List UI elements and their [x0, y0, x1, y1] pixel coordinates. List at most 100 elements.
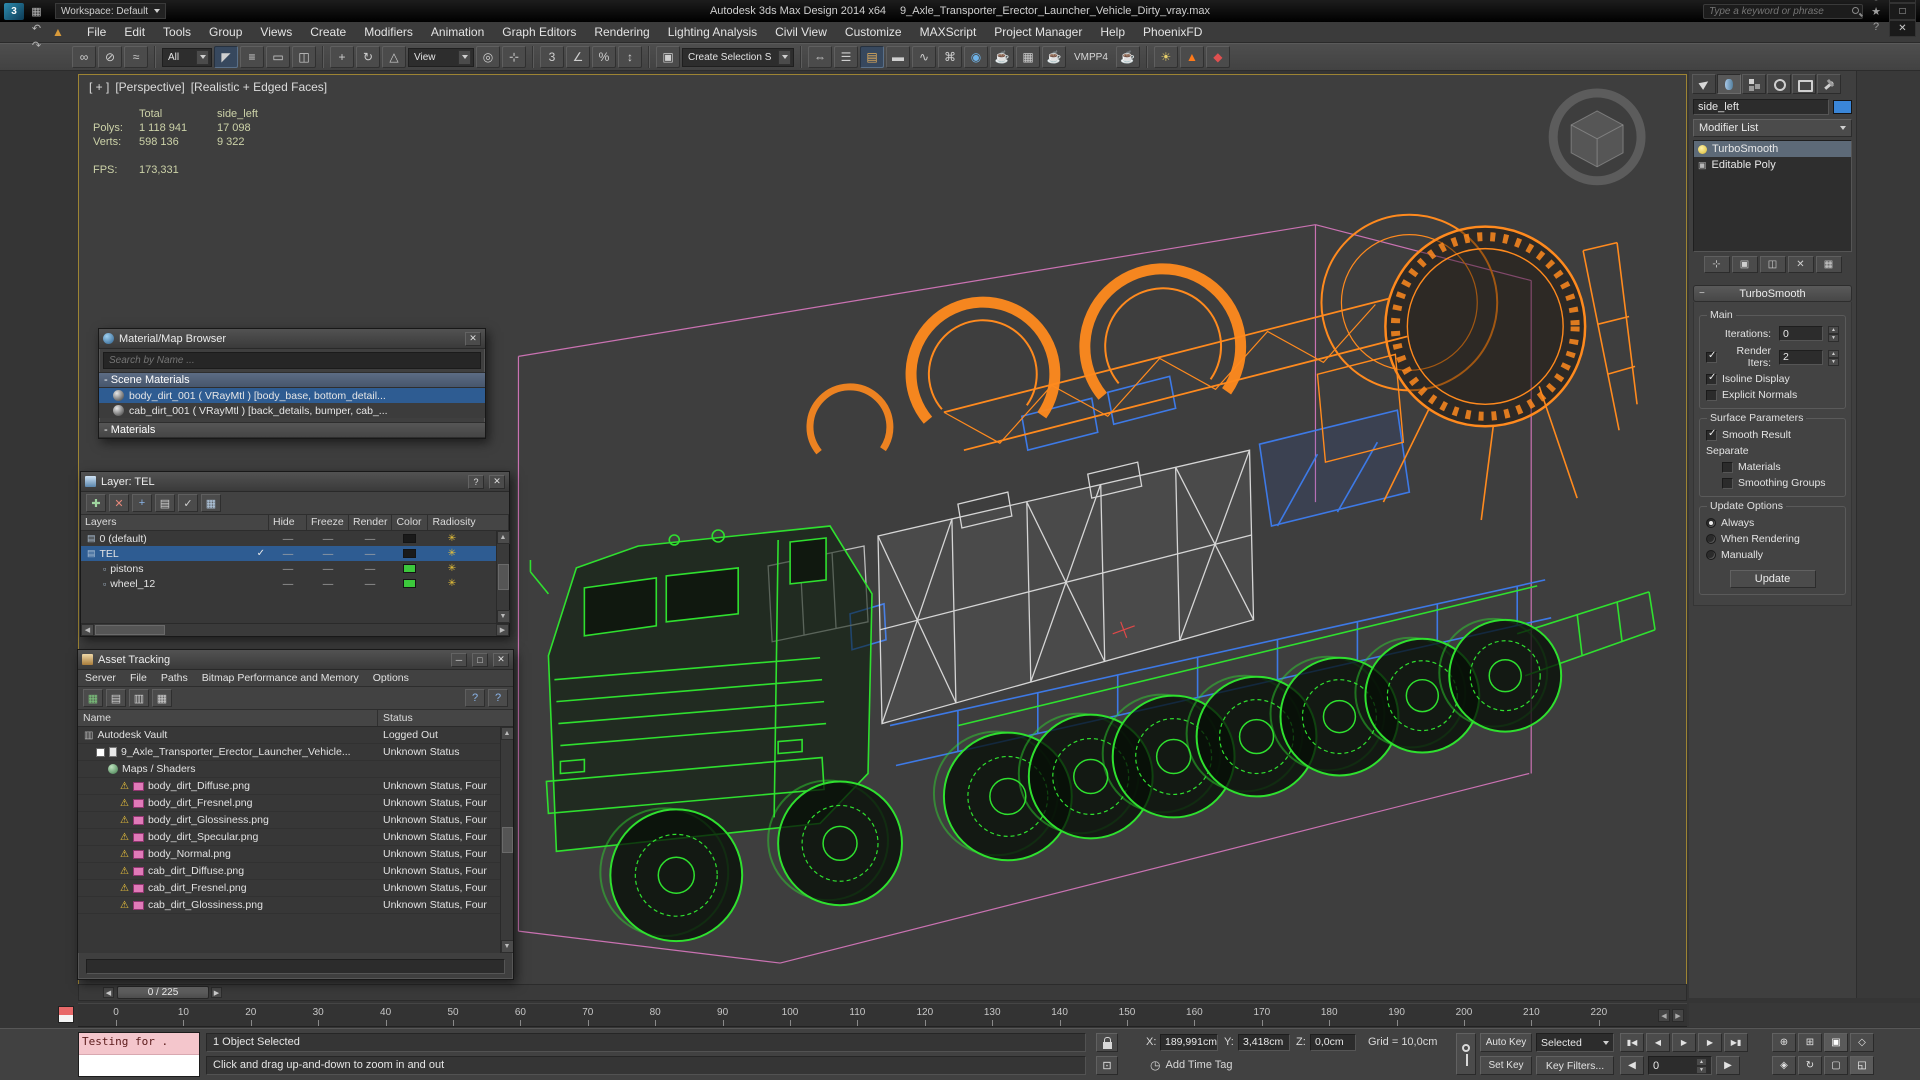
snap-toggle-3d-icon[interactable]: 3 [540, 46, 564, 68]
key-filter-selected-dropdown[interactable]: Selected [1536, 1033, 1614, 1052]
phoenix-fd-fire-icon[interactable]: ▲ [1179, 46, 1204, 68]
schematic-view-icon[interactable]: ⌘ [938, 46, 962, 68]
maximize-viewport-icon[interactable]: ◱ [1850, 1056, 1874, 1075]
panel-tab-motion[interactable] [1767, 74, 1791, 94]
select-and-move-icon[interactable]: + [330, 46, 354, 68]
menu-create[interactable]: Create [301, 22, 355, 42]
ribbon-toggle-icon[interactable]: ▬ [886, 46, 910, 68]
previous-frame-button[interactable]: ◀ [1646, 1033, 1670, 1052]
menu-rendering[interactable]: Rendering [585, 22, 658, 42]
layer-row-wheel-12[interactable]: ▫ wheel_12— — — ✳ [81, 576, 496, 591]
show-end-result-icon[interactable]: ▣ [1731, 256, 1758, 273]
scroll-down-icon[interactable]: ▼ [500, 940, 513, 953]
vertical-scrollbar[interactable]: ▲ ▼ [500, 727, 513, 953]
asset-path-field[interactable] [86, 959, 505, 974]
macro-recorder-line[interactable]: Testing for . [79, 1033, 199, 1055]
material-map-browser-window[interactable]: Material/Map Browser ✕ - Scene Materials… [98, 328, 486, 439]
previous-frame-arrow-icon[interactable]: ◀ [103, 987, 114, 998]
mirror-icon[interactable]: ⇔ [808, 46, 832, 68]
panel-tab-utilities[interactable] [1817, 74, 1841, 94]
radiosity-icon[interactable]: ✳ [427, 548, 477, 559]
asset-menu-server[interactable]: Server [78, 671, 123, 685]
asset-row-body-dirt-glossiness-png[interactable]: ⚠ body_dirt_Glossiness.png Unknown Status,… [78, 812, 500, 829]
table-view-icon[interactable]: ▤ [106, 689, 126, 707]
zoom-region-icon[interactable]: ▢ [1824, 1056, 1848, 1075]
asset-row-maps-shaders[interactable]: Maps / Shaders [78, 761, 500, 778]
rollout-turbosmooth-header[interactable]: − TurboSmooth [1693, 285, 1852, 302]
remove-modifier-icon[interactable]: ✕ [1787, 256, 1814, 273]
scene-materials-header[interactable]: - Scene Materials [99, 372, 485, 388]
help-icon[interactable]: ? [465, 689, 485, 707]
render-toggle[interactable]: — [349, 578, 391, 590]
vertical-scrollbar[interactable]: ▲ ▼ [496, 531, 510, 623]
next-key-button[interactable]: ▶ [1716, 1056, 1740, 1075]
go-to-start-button[interactable]: ▮◀ [1620, 1033, 1644, 1052]
close-icon[interactable]: ✕ [493, 652, 509, 667]
menu-animation[interactable]: Animation [422, 22, 493, 42]
edit-named-selection-sets-icon[interactable]: ▣ [656, 46, 680, 68]
percent-snap-icon[interactable]: % [592, 46, 616, 68]
asset-row-9-axle-transporter-erector-launcher-vehicle[interactable]: 9_Axle_Transporter_Erector_Launcher_Vehi… [78, 744, 500, 761]
make-unique-icon[interactable]: ◫ [1759, 256, 1786, 273]
material-search-input[interactable] [103, 352, 481, 369]
app-logo-icon[interactable]: 3 [4, 2, 24, 20]
selection-filter-dropdown[interactable]: All [162, 47, 212, 67]
zoom-icon[interactable]: ⊕ [1772, 1033, 1796, 1052]
select-object-icon[interactable]: ◤ [214, 46, 238, 68]
field-of-view-icon[interactable]: ◇ [1850, 1033, 1874, 1052]
freeze-toggle[interactable]: — [307, 563, 349, 575]
asset-checkbox[interactable] [96, 747, 105, 757]
hide-toggle[interactable]: — [269, 533, 307, 545]
scroll-left-icon[interactable]: ◀ [81, 624, 94, 636]
layer-column-layers[interactable]: Layers [81, 515, 269, 530]
z-coordinate-field[interactable]: 0,0cm [1310, 1034, 1356, 1051]
current-frame-field[interactable]: 0 ▲ ▼ [1648, 1056, 1712, 1075]
selection-lock-toggle[interactable] [1096, 1033, 1118, 1052]
stack-item-editable-poly[interactable]: ▣ Editable Poly [1694, 157, 1851, 173]
explicit-normals-checkbox[interactable] [1706, 389, 1717, 401]
hide-toggle[interactable]: — [269, 563, 307, 575]
menu-graph-editors[interactable]: Graph Editors [493, 22, 585, 42]
asset-row-body-dirt-fresnel-png[interactable]: ⚠ body_dirt_Fresnel.png Unknown Status, Fo… [78, 795, 500, 812]
scrollbar-thumb[interactable] [95, 625, 165, 635]
menu-phoenixfd[interactable]: PhoenixFD [1134, 22, 1211, 42]
frame-spinner[interactable]: ▲ ▼ [1696, 1058, 1707, 1074]
zoom-extents-icon[interactable]: ▣ [1824, 1033, 1848, 1052]
iterations-field[interactable]: 0 [1779, 326, 1823, 341]
layer-color-swatch[interactable] [402, 534, 416, 543]
render-production-icon[interactable]: ☕ [1042, 46, 1066, 68]
layer-color-swatch[interactable] [402, 579, 416, 588]
menu-modifiers[interactable]: Modifiers [355, 22, 422, 42]
add-selection-to-layer-icon[interactable]: + [132, 494, 152, 512]
always-radio[interactable] [1706, 518, 1716, 528]
modifier-enabled-bulb-icon[interactable] [1698, 144, 1707, 154]
material-item[interactable]: body_dirt_001 ( VRayMtl ) [body_base, bo… [99, 388, 485, 403]
asset-menu-file[interactable]: File [123, 671, 154, 685]
render-iterative-icon[interactable]: ☕ [1115, 46, 1140, 68]
maxscript-mini-listener[interactable]: Testing for . [78, 1032, 200, 1077]
update-button[interactable]: Update [1729, 570, 1816, 588]
x-coordinate-field[interactable]: 189,991cm [1160, 1034, 1218, 1051]
asset-row-cab-dirt-fresnel-png[interactable]: ⚠ cab_dirt_Fresnel.png Unknown Status, Fou… [78, 880, 500, 897]
modifier-list-dropdown[interactable]: Modifier List [1693, 119, 1852, 137]
render-iters-field[interactable]: 2 [1779, 349, 1823, 365]
go-to-end-button[interactable]: ▶▮ [1724, 1033, 1748, 1052]
viewport-menu-general[interactable]: [ + ] [89, 80, 109, 94]
details-view-icon[interactable]: ▦ [152, 689, 172, 707]
next-frame-arrow-icon[interactable]: ▶ [211, 987, 222, 998]
selection-region-icon[interactable]: ▭ [266, 46, 290, 68]
smoothing-groups-checkbox[interactable] [1722, 477, 1733, 489]
materials-checkbox[interactable] [1722, 461, 1733, 473]
menu-maxscript[interactable]: MAXScript [911, 22, 986, 42]
play-animation-button[interactable]: ▶ [1672, 1033, 1696, 1052]
menu-civil-view[interactable]: Civil View [766, 22, 836, 42]
menu-lighting-analysis[interactable]: Lighting Analysis [659, 22, 766, 42]
select-and-scale-icon[interactable]: △ [382, 46, 406, 68]
window-crossing-icon[interactable]: ◫ [292, 46, 316, 68]
hide-freeze-all-icon[interactable]: ▦ [201, 494, 221, 512]
refresh-status-icon[interactable]: ▦ [83, 689, 103, 707]
angle-snap-icon[interactable]: ∠ [566, 46, 590, 68]
orbit-icon[interactable]: ↻ [1798, 1056, 1822, 1075]
viewport-menu-pov[interactable]: [Perspective] [115, 80, 184, 94]
mini-listener-toggle-icon[interactable] [58, 1006, 74, 1023]
